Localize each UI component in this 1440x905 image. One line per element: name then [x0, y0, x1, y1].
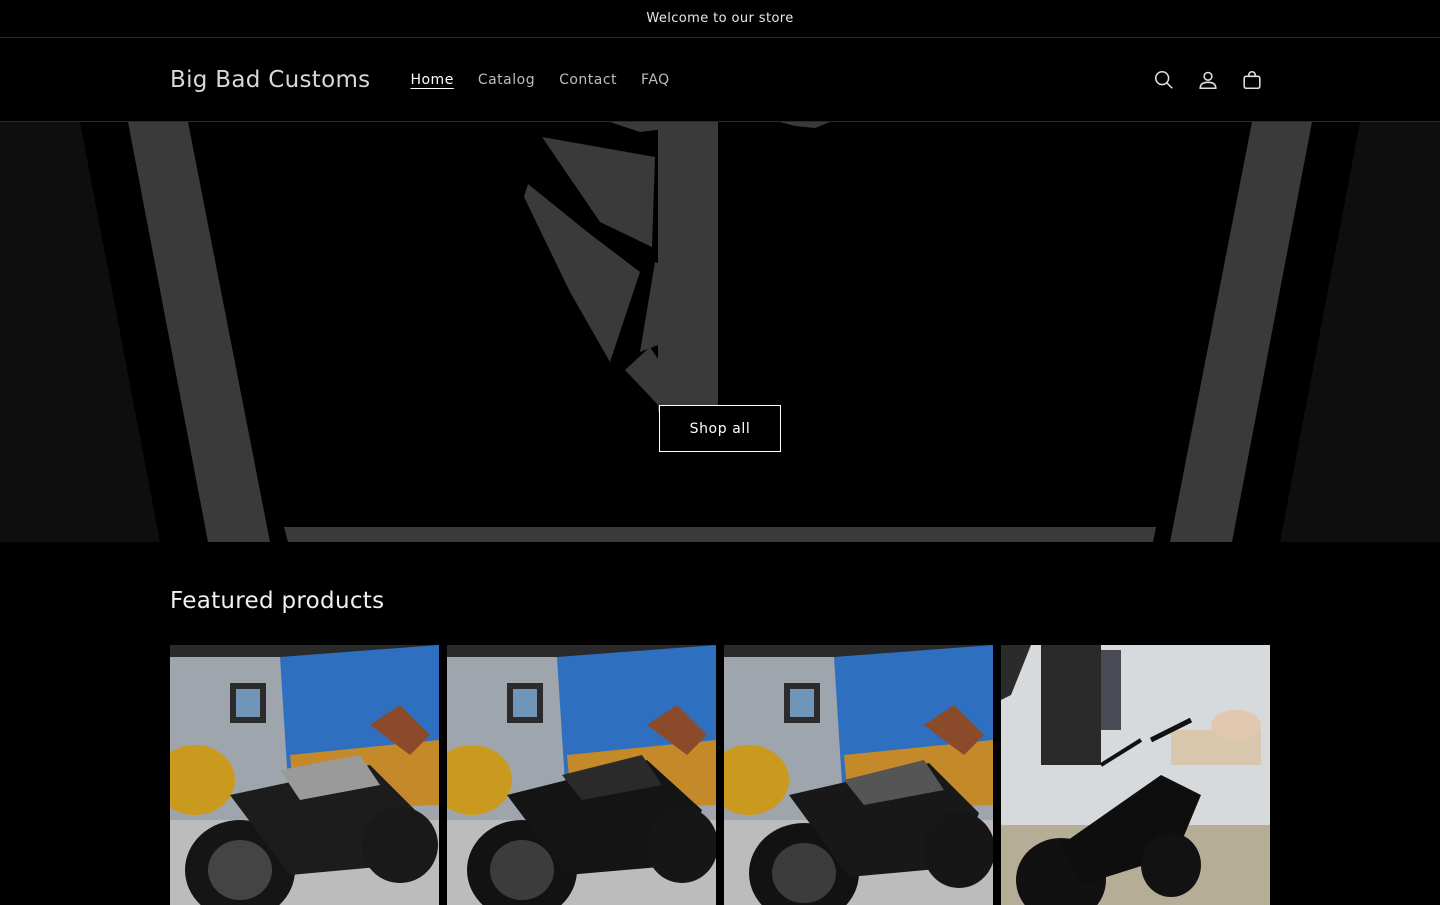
product-image: [724, 645, 993, 905]
cart-icon: [1243, 70, 1261, 89]
store-logo[interactable]: Big Bad Customs: [170, 67, 370, 93]
account-icon: [1199, 71, 1217, 89]
account-button[interactable]: [1190, 62, 1226, 98]
hero-banner: Shop all: [0, 122, 1440, 542]
nav-faq[interactable]: FAQ: [629, 72, 682, 88]
search-icon: [1154, 70, 1173, 89]
featured-products-section: Featured products: [0, 588, 1440, 905]
search-button[interactable]: [1146, 62, 1182, 98]
featured-title: Featured products: [170, 588, 385, 614]
nav-contact[interactable]: Contact: [547, 72, 629, 88]
product-grid: [170, 645, 1270, 905]
product-image: [170, 645, 439, 905]
product-card[interactable]: [170, 645, 439, 905]
announcement-text: Welcome to our store: [646, 11, 794, 26]
hero-graphic: [0, 122, 1440, 542]
product-card[interactable]: [447, 645, 716, 905]
cart-button[interactable]: [1234, 62, 1270, 98]
main-nav: Home Catalog Contact FAQ: [398, 72, 681, 88]
product-card[interactable]: [1001, 645, 1270, 905]
product-image: [447, 645, 716, 905]
product-image: [1001, 645, 1270, 905]
announcement-bar: Welcome to our store: [0, 0, 1440, 38]
site-header: Big Bad Customs Home Catalog Contact FAQ: [0, 38, 1440, 122]
header-icons: [1146, 62, 1270, 98]
product-card[interactable]: [724, 645, 993, 905]
nav-catalog[interactable]: Catalog: [466, 72, 547, 88]
nav-home[interactable]: Home: [398, 72, 465, 88]
shop-all-button[interactable]: Shop all: [659, 405, 781, 452]
